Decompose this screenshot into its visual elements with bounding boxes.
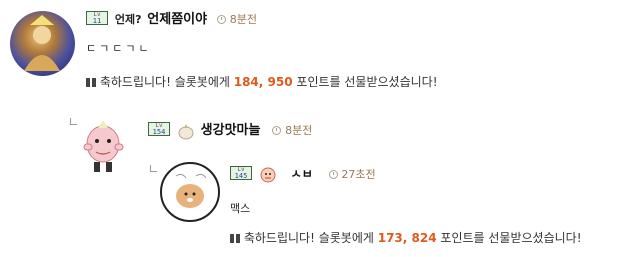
gift-points: 184, 950 <box>233 75 293 89</box>
gift-icon <box>230 234 240 243</box>
timestamp: 8분전 <box>229 13 257 26</box>
timestamp: 27초전 <box>341 168 376 181</box>
emblem-icon <box>259 166 277 184</box>
gift-icon <box>86 78 96 87</box>
comment-header: Lv 154 생강맛마늘 8분전 <box>148 119 312 140</box>
garlic-emblem-icon <box>177 122 195 140</box>
gift-text-end: 포인트를 선물받으셨습니다! <box>296 75 438 89</box>
gift-notice: 축하드립니다! 슬롯봇에게 184, 950 포인트를 선물받으셨습니다! <box>86 73 438 90</box>
gift-text: 축하드립니다! 슬롯봇에게 <box>243 231 374 245</box>
nickname[interactable]: 언제쯤이야 <box>147 12 207 27</box>
nickname[interactable]: ㅅㅂ <box>291 167 313 181</box>
reply-arrow-icon <box>150 165 157 172</box>
level-badge-icon: Lv 145 <box>230 166 252 180</box>
nick-prefix: 언제? <box>114 13 142 26</box>
level-badge-icon: Lv 11 <box>86 11 108 25</box>
gift-text-end: 포인트를 선물받으셨습니다! <box>440 231 582 245</box>
clock-icon <box>328 170 338 179</box>
timestamp: 8분전 <box>285 124 313 137</box>
gift-points: 173, 824 <box>377 231 437 245</box>
comment-body: ㄷㄱㄷㄱㄴ <box>86 42 152 55</box>
gift-notice: 축하드립니다! 슬롯봇에게 173, 824 포인트를 선물받으셨습니다! <box>230 229 582 246</box>
comment-body: 맥스 <box>230 202 251 215</box>
avatar[interactable] <box>10 11 75 76</box>
comment-header: Lv 11 언제? 언제쯤이야 8분전 <box>86 8 257 27</box>
clock-icon <box>272 126 282 135</box>
clock-icon <box>216 15 226 24</box>
avatar[interactable] <box>76 114 131 176</box>
comment-header: Lv 145 ㅅㅂ 27초전 <box>230 165 376 184</box>
level-badge-icon: Lv 154 <box>148 122 170 136</box>
nickname[interactable]: 생강맛마늘 <box>201 123 261 138</box>
avatar[interactable] <box>160 162 220 222</box>
gift-text: 축하드립니다! 슬롯봇에게 <box>99 75 230 89</box>
dog-character-icon <box>175 173 207 208</box>
garlic-character-icon <box>83 120 124 172</box>
avatar-character-icon <box>24 15 60 71</box>
